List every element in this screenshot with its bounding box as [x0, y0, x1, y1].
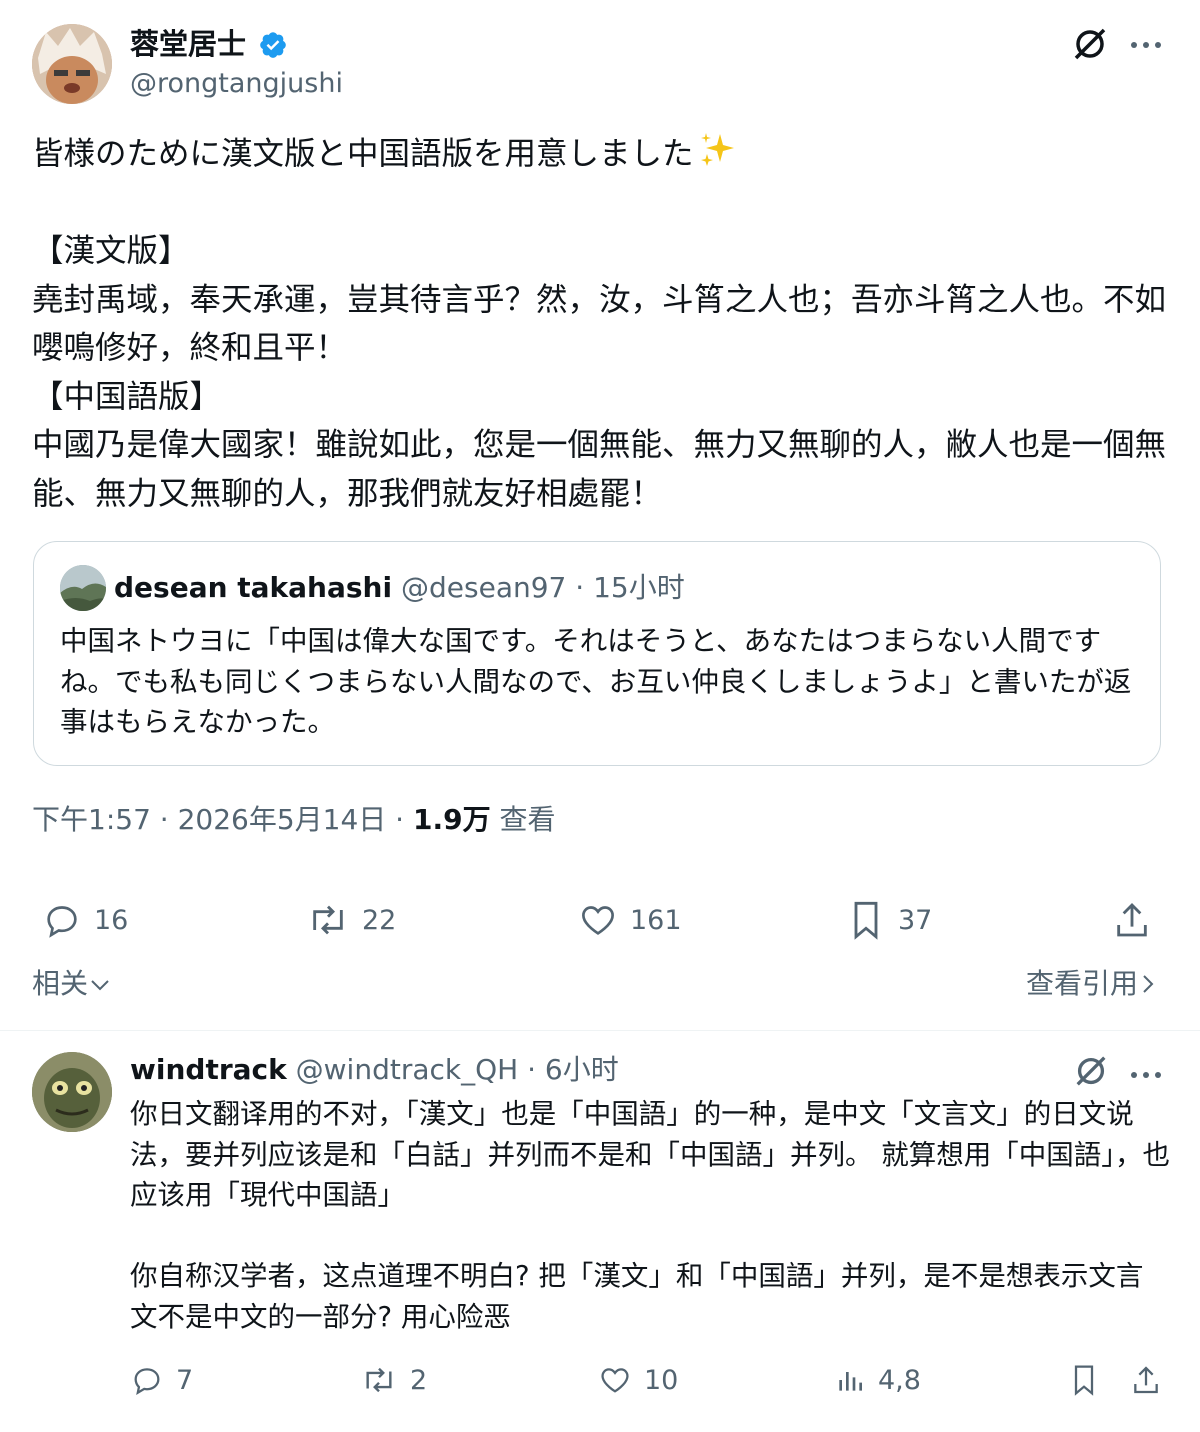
post-text: 皆様のために漢文版と中国語版を用意しました 【漢文版】 堯封禹域，奉天承運，豈其… [32, 130, 1172, 518]
reply-header: windtrack @windtrack_QH · 6小时 [130, 1050, 619, 1090]
quoted-post-card[interactable]: desean takahashi @desean97 · 15小时 中国ネトウヨ… [33, 541, 1161, 766]
chevron-right-icon [1143, 975, 1154, 993]
divider [0, 1030, 1200, 1031]
views-count: 1.9万 [412, 803, 491, 836]
author-handle[interactable]: @rongtangjushi [130, 66, 343, 102]
views-chart-icon [839, 1372, 862, 1391]
reply-author-handle[interactable]: @windtrack_QH [296, 1053, 519, 1086]
share-button[interactable] [1112, 898, 1164, 942]
separator-dot: · [566, 571, 594, 604]
reply-reply-count: 7 [176, 1364, 194, 1396]
reply-views-button[interactable]: 4,8 [834, 1358, 921, 1402]
reply-icon [134, 1368, 160, 1396]
like-button[interactable]: 161 [578, 898, 682, 942]
reply-repost-button[interactable]: 2 [360, 1358, 427, 1402]
like-count: 161 [630, 904, 682, 936]
views-label: 查看 [490, 803, 556, 836]
heart-icon [582, 906, 614, 935]
view-quotes-link[interactable]: 查看引用 [1026, 964, 1158, 1004]
share-icon [1134, 1366, 1158, 1394]
reply-more-icon[interactable] [1128, 1060, 1164, 1096]
quote-author-avatar[interactable] [60, 565, 106, 611]
reply-author-avatar[interactable] [32, 1052, 112, 1132]
reply-text: 你日文翻译用的不对，「漢文」也是「中国語」的一种，是中文「文言文」的日文说法，要… [130, 1098, 1170, 1333]
grok-icon[interactable] [1070, 24, 1110, 64]
bookmark-button[interactable]: 37 [846, 898, 932, 942]
heart-icon [601, 1368, 629, 1393]
quote-author-name[interactable]: desean takahashi [114, 571, 392, 604]
reply-bookmark-button[interactable] [1068, 1358, 1112, 1402]
repost-count: 22 [362, 904, 397, 936]
reply-views-count: 4,8 [878, 1364, 921, 1396]
post-time[interactable]: 下午1:57 · 2026年5月14日 · [32, 803, 413, 836]
reply-like-count: 10 [644, 1364, 679, 1396]
reply-reply-button[interactable]: 7 [130, 1358, 193, 1402]
post-timestamp: 下午1:57 · 2026年5月14日 · 1.9万 查看 [32, 800, 556, 840]
quote-author-handle[interactable]: @desean97 [401, 571, 566, 604]
sparkles-emoji [698, 130, 738, 170]
chevron-down-icon [91, 980, 109, 991]
repost-icon [313, 905, 343, 935]
author-display-name[interactable]: 蓉堂居士 [130, 26, 246, 62]
separator-dot: · [518, 1053, 545, 1086]
related-label: 相关 [32, 967, 89, 1000]
bookmark-icon [1074, 1365, 1094, 1396]
bookmark-icon [854, 901, 878, 940]
reply-share-button[interactable] [1130, 1358, 1174, 1402]
reply-button[interactable]: 16 [42, 898, 128, 942]
author-avatar[interactable] [32, 24, 112, 104]
reply-grok-icon[interactable] [1072, 1052, 1112, 1092]
repost-icon [366, 1367, 392, 1393]
view-quotes-label: 查看引用 [1025, 967, 1138, 1000]
reply-like-button[interactable]: 10 [598, 1358, 678, 1402]
reply-count: 16 [94, 904, 129, 936]
post-text-sections: 【漢文版】 堯封禹域，奉天承運，豈其待言乎？然，汝，斗筲之人也；吾亦斗筲之人也。… [32, 233, 1167, 512]
share-icon [1117, 902, 1147, 937]
more-icon[interactable] [1128, 30, 1164, 66]
post-text-line: 皆様のために漢文版と中国語版を用意しました [32, 136, 694, 172]
quote-text: 中国ネトウヨに「中国は偉大な国です。それはそうと、あなたはつまらない人間ですね。… [60, 625, 1132, 738]
quote-time[interactable]: 15小时 [593, 571, 685, 604]
related-toggle[interactable]: 相关 [32, 964, 112, 1004]
quote-header: desean takahashi @desean97 · 15小时 [114, 568, 685, 608]
reply-time[interactable]: 6小时 [545, 1053, 619, 1086]
reply-author-name[interactable]: windtrack [130, 1053, 287, 1086]
verified-badge-icon [258, 30, 288, 60]
reply-icon [47, 906, 77, 938]
reply-repost-count: 2 [410, 1364, 428, 1396]
repost-button[interactable]: 22 [306, 898, 396, 942]
bookmark-count: 37 [898, 904, 933, 936]
